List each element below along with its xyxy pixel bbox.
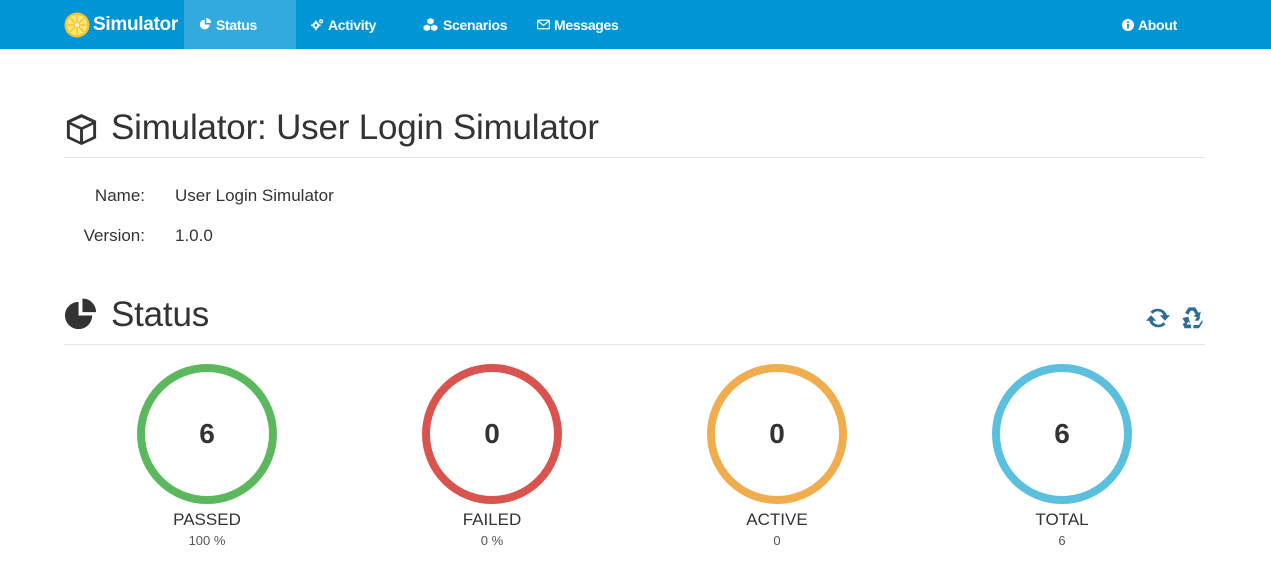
failed-ring: 0 xyxy=(422,364,562,504)
active-ring: 0 xyxy=(707,364,847,504)
name-value: User Login Simulator xyxy=(175,186,334,205)
nav-scenarios[interactable]: Scenarios xyxy=(422,0,508,49)
total-count: 6 xyxy=(1054,418,1070,449)
version-value: 1.0.0 xyxy=(175,226,213,245)
pie-chart-icon xyxy=(199,18,212,30)
top-navbar: Simulator Status Activity Scenarios Mess… xyxy=(0,0,1271,49)
failed-count: 0 xyxy=(484,418,500,449)
nav-messages[interactable]: Messages xyxy=(537,0,619,49)
nav-activity-label: Activity xyxy=(328,16,377,33)
passed-count: 6 xyxy=(199,418,215,449)
info-circle-icon xyxy=(1122,18,1134,31)
passed-percent: 100 % xyxy=(188,533,226,548)
pie-chart-icon xyxy=(64,298,97,330)
simulator-header: Simulator: User Login Simulator xyxy=(64,100,1205,158)
passed-gauge: 6 PASSED 100 % xyxy=(137,364,277,548)
nav-about-label: About xyxy=(1138,16,1177,33)
brand-link[interactable]: Simulator xyxy=(64,0,178,49)
lemon-logo-icon xyxy=(64,12,90,37)
brand-name: Simulator xyxy=(93,13,178,35)
cogs-icon xyxy=(311,19,324,31)
active-label: ACTIVE xyxy=(746,510,808,529)
total-label: TOTAL xyxy=(1035,510,1089,529)
total-ring: 6 xyxy=(992,364,1132,504)
active-count: 0 xyxy=(769,418,785,449)
recycle-icon[interactable] xyxy=(1179,305,1205,331)
envelope-icon xyxy=(537,19,550,30)
total-gauge: 6 TOTAL 6 xyxy=(992,364,1132,548)
refresh-icon[interactable] xyxy=(1145,305,1171,331)
nav-status-label: Status xyxy=(216,16,257,33)
active-sub: 0 xyxy=(773,533,781,548)
nav-scenarios-label: Scenarios xyxy=(443,16,508,33)
failed-label: FAILED xyxy=(462,510,522,529)
nav-messages-label: Messages xyxy=(554,16,619,33)
status-header: Status xyxy=(64,290,1205,345)
nav-status[interactable]: Status xyxy=(184,0,296,49)
total-sub: 6 xyxy=(1058,533,1066,548)
passed-ring: 6 xyxy=(137,364,277,504)
nav-about[interactable]: About xyxy=(1122,0,1177,49)
failed-percent: 0 % xyxy=(480,533,504,548)
name-label: Name: xyxy=(94,186,145,205)
status-title: Status xyxy=(111,295,210,334)
cube-icon xyxy=(66,113,97,146)
failed-gauge: 0 FAILED 0 % xyxy=(422,364,562,548)
passed-label: PASSED xyxy=(173,510,241,529)
version-label: Version: xyxy=(83,226,145,245)
page-title: Simulator: User Login Simulator xyxy=(111,108,599,147)
active-gauge: 0 ACTIVE 0 xyxy=(707,364,847,548)
nav-activity[interactable]: Activity xyxy=(311,0,376,49)
cubes-icon xyxy=(423,18,438,31)
